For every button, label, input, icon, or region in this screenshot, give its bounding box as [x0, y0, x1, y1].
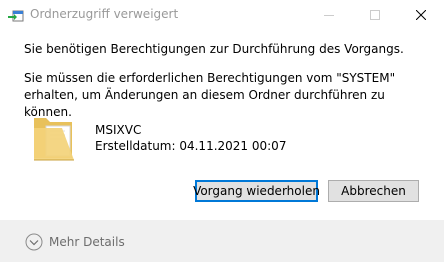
- minimize-button[interactable]: [306, 0, 352, 30]
- folder-icon: [34, 118, 74, 161]
- maximize-button[interactable]: [352, 0, 398, 30]
- more-details-label: Mehr Details: [49, 235, 125, 249]
- file-move-icon: [8, 10, 24, 22]
- minimize-icon: [324, 15, 334, 16]
- title-bar[interactable]: Ordnerzugriff verweigert: [0, 0, 444, 30]
- window-title: Ordnerzugriff verweigert: [30, 7, 179, 21]
- dialog-window: Ordnerzugriff verweigert Sie benötigen B…: [0, 0, 444, 262]
- close-icon: [416, 10, 426, 20]
- chevron-down-icon: [25, 233, 43, 251]
- permission-message: Sie benötigen Berechtigungen zur Durchfü…: [24, 42, 404, 56]
- retry-button[interactable]: Vorgang wiederholen: [193, 180, 320, 202]
- more-details-toggle[interactable]: Mehr Details: [25, 232, 125, 252]
- folder-name: MSIXVC: [95, 123, 142, 137]
- close-button[interactable]: [398, 0, 444, 30]
- cancel-button[interactable]: Abbrechen: [328, 180, 419, 202]
- dialog-footer: Mehr Details: [0, 220, 444, 262]
- folder-creation-date: Erstelldatum: 04.11.2021 00:07: [95, 139, 287, 153]
- permission-instruction: Sie müssen die erforderlichen Berechtigu…: [24, 71, 396, 119]
- maximize-icon: [370, 10, 380, 20]
